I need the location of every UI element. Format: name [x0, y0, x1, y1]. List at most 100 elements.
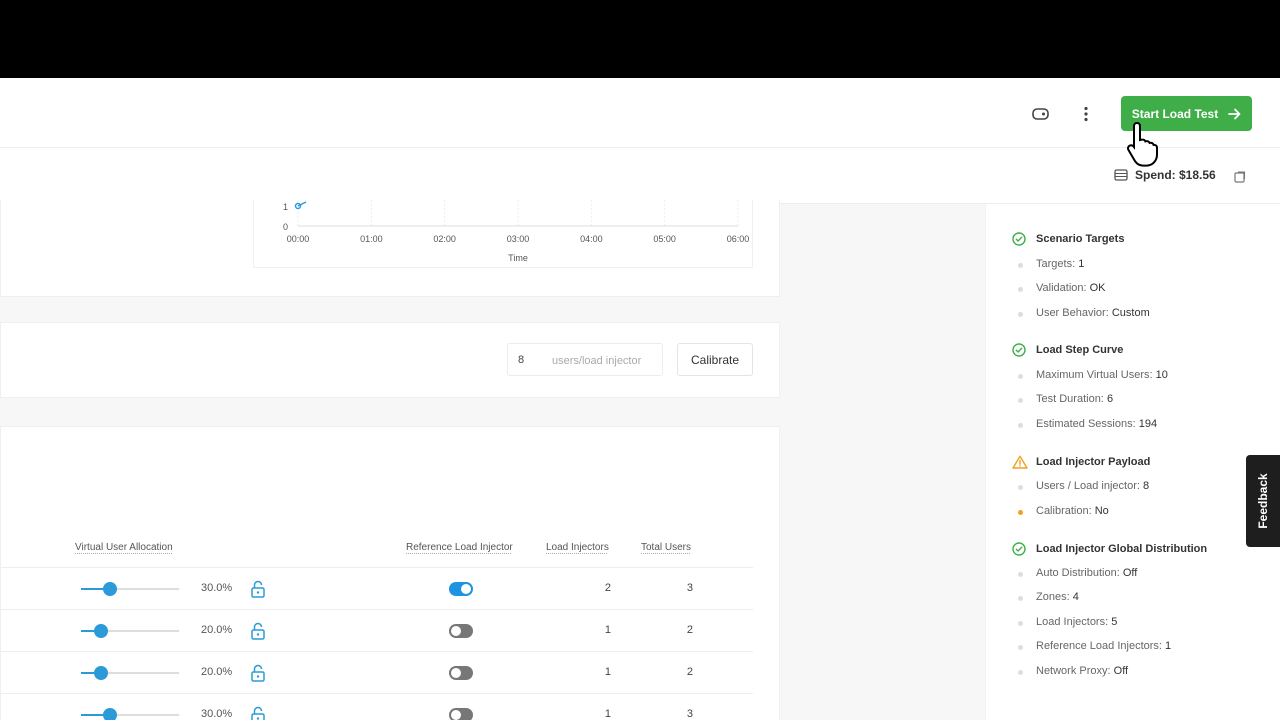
- summary-item-label: Validation:: [1036, 282, 1087, 294]
- summary-item-label: User Behavior:: [1036, 307, 1109, 319]
- summary-section-title: Load Injector Global Distribution: [1036, 543, 1208, 555]
- chart-y-tick: 1: [283, 202, 288, 212]
- load-injectors-count: 2: [604, 582, 611, 594]
- chart-x-tick: 00:00: [287, 234, 310, 244]
- check-circle-icon: [1012, 343, 1026, 362]
- summary-item-label: Calibration:: [1036, 505, 1092, 517]
- chart-x-tick: 02:00: [433, 234, 456, 244]
- users-per-injector-placeholder: users/load injector: [552, 355, 642, 367]
- bullet-dot: [1018, 423, 1023, 428]
- summary-section-title: Scenario Targets: [1036, 233, 1125, 245]
- reference-toggle[interactable]: [449, 624, 473, 638]
- more-vertical-icon[interactable]: [1074, 102, 1098, 126]
- start-load-test-label: Start Load Test: [1131, 106, 1219, 121]
- bullet-dot: [1018, 263, 1023, 268]
- feedback-label: Feedback: [1256, 473, 1270, 529]
- allocation-slider[interactable]: [81, 666, 179, 680]
- bullet-dot: [1018, 510, 1023, 515]
- chart-x-label: Time: [508, 253, 528, 263]
- unlock-icon[interactable]: [250, 706, 266, 720]
- summary-item-value: Off: [1122, 567, 1138, 579]
- chart-x-tick: 01:00: [360, 234, 383, 244]
- bullet-dot: [1018, 670, 1023, 675]
- allocation-row: 20.0% 1 2: [1, 609, 753, 651]
- summary-item: Calibration: No: [1036, 505, 1109, 517]
- slider-thumb[interactable]: [93, 624, 108, 638]
- summary-section-title: Load Step Curve: [1036, 344, 1124, 356]
- calibration-card: 8 users/load injector Calibrate: [0, 322, 780, 398]
- bullet-dot: [1018, 312, 1023, 317]
- slider-thumb[interactable]: [103, 708, 118, 720]
- summary-item-label: Maximum Virtual Users:: [1036, 369, 1153, 381]
- load-injectors-count: 1: [604, 624, 611, 636]
- col-virtual-user-allocation[interactable]: Virtual User Allocation: [75, 542, 173, 553]
- summary-item-value: 194: [1138, 418, 1158, 430]
- check-circle-icon: [1012, 542, 1026, 561]
- calibrate-button[interactable]: Calibrate: [677, 343, 753, 376]
- reference-toggle[interactable]: [449, 666, 473, 680]
- reference-toggle[interactable]: [449, 708, 473, 720]
- allocation-percent: 20.0%: [201, 666, 233, 678]
- col-total-users[interactable]: Total Users: [641, 542, 691, 553]
- summary-item-label: Zones:: [1036, 591, 1070, 603]
- copy-icon[interactable]: [1234, 170, 1246, 188]
- summary-item-value: Off: [1113, 665, 1129, 677]
- summary-item: Test Duration: 6: [1036, 393, 1113, 405]
- summary-item-value: 1: [1078, 258, 1085, 270]
- summary-item-value: OK: [1089, 282, 1106, 294]
- summary-item-label: Users / Load injector:: [1036, 480, 1140, 492]
- allocation-percent: 30.0%: [201, 582, 233, 594]
- chart-x-tick: 05:00: [653, 234, 676, 244]
- summary-item-value: 4: [1072, 591, 1079, 603]
- users-per-injector-input[interactable]: 8 users/load injector: [507, 343, 663, 376]
- allocation-slider[interactable]: [81, 624, 179, 638]
- check-circle-icon: [1012, 232, 1026, 251]
- bullet-dot: [1018, 398, 1023, 403]
- allocation-slider[interactable]: [81, 708, 179, 720]
- summary-item-label: Network Proxy:: [1036, 665, 1111, 677]
- allocation-row: 30.0% 1 3: [1, 693, 753, 720]
- col-load-injectors[interactable]: Load Injectors: [546, 542, 609, 553]
- main-content: 1 0 00:00 01:00 02:00 03:00 04:00 05:00 06:00 Tim…: [0, 200, 985, 720]
- summary-item: Targets: 1: [1036, 258, 1084, 270]
- unlock-icon[interactable]: [250, 622, 266, 645]
- summary-item-value: 8: [1143, 480, 1150, 492]
- chart-svg: 1 0 00:00 01:00 02:00 03:00 04:00 05:00 06:00 Tim…: [283, 200, 749, 263]
- slider-thumb[interactable]: [93, 666, 108, 680]
- summary-item-label: Targets:: [1036, 258, 1076, 270]
- summary-item: Maximum Virtual Users: 10: [1036, 369, 1168, 381]
- test-summary-sidebar: Scenario Targets Targets: 1 Validation: OK…: [985, 204, 1280, 720]
- allocation-slider[interactable]: [81, 582, 179, 596]
- summary-item-value: 1: [1165, 640, 1172, 652]
- bullet-dot: [1018, 485, 1023, 490]
- users-per-injector-value: 8: [518, 354, 525, 366]
- bullet-dot: [1018, 374, 1023, 379]
- summary-section-title: Load Injector Payload: [1036, 456, 1151, 468]
- summary-item-value: 10: [1155, 369, 1168, 381]
- toggle-knob: [451, 626, 461, 636]
- summary-item-value: Custom: [1111, 307, 1150, 319]
- summary-item: Estimated Sessions: 194: [1036, 418, 1157, 430]
- col-reference-load-injector[interactable]: Reference Load Injector: [406, 542, 513, 553]
- allocation-percent: 20.0%: [201, 624, 233, 636]
- load-curve-chart: 1 0 00:00 01:00 02:00 03:00 04:00 05:00 06:00 Tim…: [253, 200, 753, 268]
- unlock-icon[interactable]: [250, 580, 266, 603]
- reference-toggle[interactable]: [449, 582, 473, 596]
- allocation-row: 30.0% 2 3: [1, 567, 753, 609]
- bullet-dot: [1018, 572, 1023, 577]
- summary-item-value: No: [1094, 505, 1109, 517]
- screen-top-bar: [0, 0, 1280, 78]
- summary-item: Zones: 4: [1036, 591, 1079, 603]
- toggle-knob: [461, 584, 471, 594]
- tag-icon[interactable]: [1029, 102, 1053, 126]
- unlock-icon[interactable]: [250, 664, 266, 687]
- summary-item-value: 6: [1106, 393, 1114, 405]
- chart-y-tick: 0: [283, 222, 288, 232]
- summary-item: Network Proxy: Off: [1036, 665, 1128, 677]
- feedback-tab[interactable]: Feedback: [1246, 455, 1280, 547]
- slider-thumb[interactable]: [103, 582, 118, 596]
- spend-bar: Spend: $18.56: [0, 148, 1280, 204]
- chart-x-tick: 04:00: [580, 234, 603, 244]
- warning-icon: [1012, 455, 1028, 474]
- summary-item-label: Test Duration:: [1036, 393, 1104, 405]
